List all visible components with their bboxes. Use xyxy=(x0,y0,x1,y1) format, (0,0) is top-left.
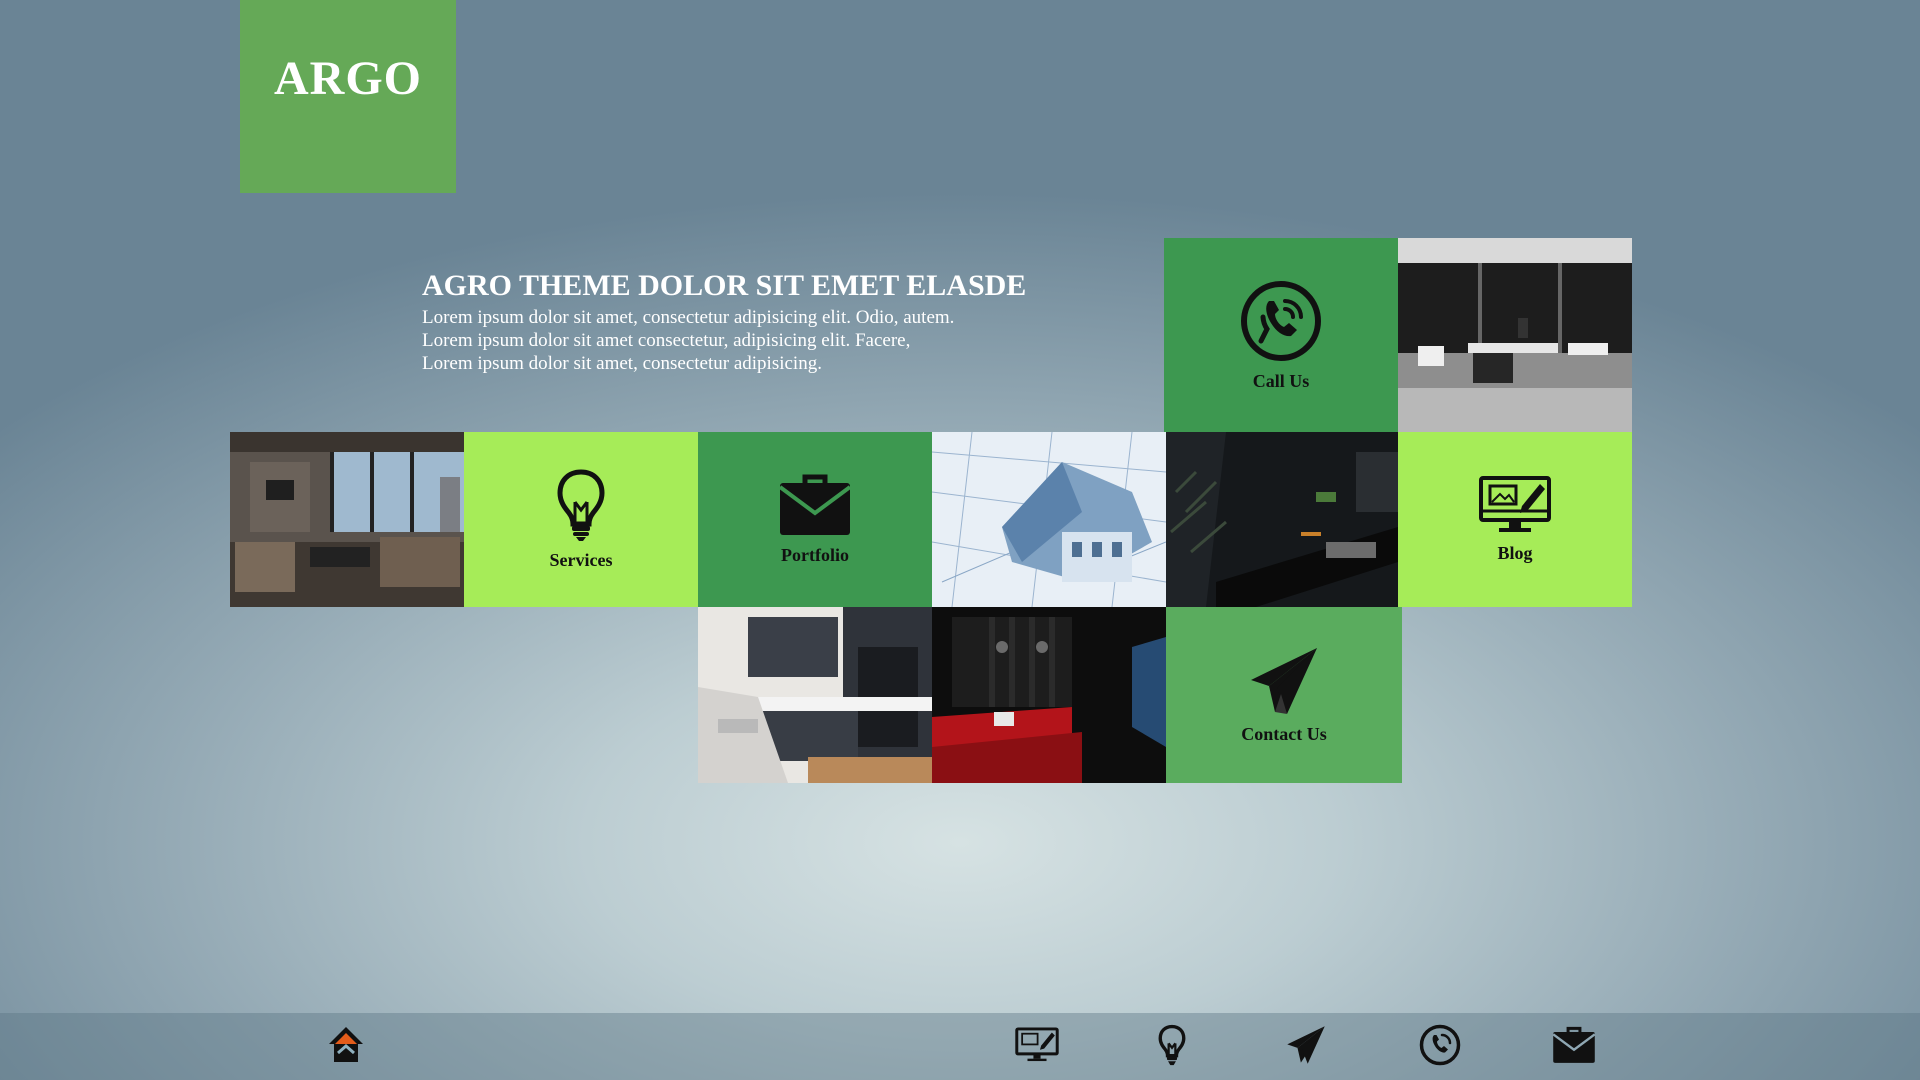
portfolio-label: Portfolio xyxy=(781,545,849,565)
phone-icon xyxy=(1241,280,1321,361)
call-us-tile[interactable]: Call Us xyxy=(1164,238,1398,432)
phone-icon[interactable] xyxy=(1415,1020,1465,1070)
office-interior-photo xyxy=(1398,238,1632,432)
lightbulb-icon[interactable] xyxy=(1147,1020,1197,1070)
footer-bar xyxy=(0,1013,1920,1080)
intro-line: Lorem ipsum dolor sit amet, consectetur … xyxy=(422,307,955,328)
monitor-edit-icon[interactable] xyxy=(1012,1020,1062,1070)
contact-us-label: Contact Us xyxy=(1241,723,1327,744)
call-us-label: Call Us xyxy=(1252,370,1310,391)
intro-title: AGRO THEME DOLOR SIT EMET ELASDE xyxy=(422,269,1027,302)
blog-tile[interactable]: Blog xyxy=(1398,432,1632,607)
house-blueprint-photo xyxy=(932,432,1166,607)
home-theater-photo xyxy=(932,607,1166,783)
briefcase-icon xyxy=(778,474,852,535)
home-icon[interactable] xyxy=(321,1020,371,1070)
intro-line: Lorem ipsum dolor sit amet, consectetur … xyxy=(422,353,822,374)
blog-label: Blog xyxy=(1497,543,1533,563)
logo-block[interactable]: ARGO xyxy=(240,0,456,193)
paper-plane-icon xyxy=(1251,647,1317,714)
portfolio-tile[interactable]: Portfolio xyxy=(698,432,932,607)
kitchen-photo xyxy=(698,607,932,783)
paper-plane-icon[interactable] xyxy=(1281,1020,1331,1070)
brand-logo-text: ARGO xyxy=(274,52,422,105)
monitor-edit-icon xyxy=(1479,476,1551,532)
lightbulb-icon xyxy=(557,469,605,541)
living-room-photo xyxy=(230,432,464,607)
dark-desk-photo xyxy=(1166,432,1398,607)
contact-us-tile[interactable]: Contact Us xyxy=(1166,607,1402,783)
services-tile[interactable]: Services xyxy=(464,432,698,607)
intro-line: Lorem ipsum dolor sit amet consectetur, … xyxy=(422,330,911,351)
intro-section: AGRO THEME DOLOR SIT EMET ELASDE Lorem i… xyxy=(422,268,1122,375)
briefcase-icon[interactable] xyxy=(1549,1020,1599,1070)
services-label: Services xyxy=(549,550,613,570)
